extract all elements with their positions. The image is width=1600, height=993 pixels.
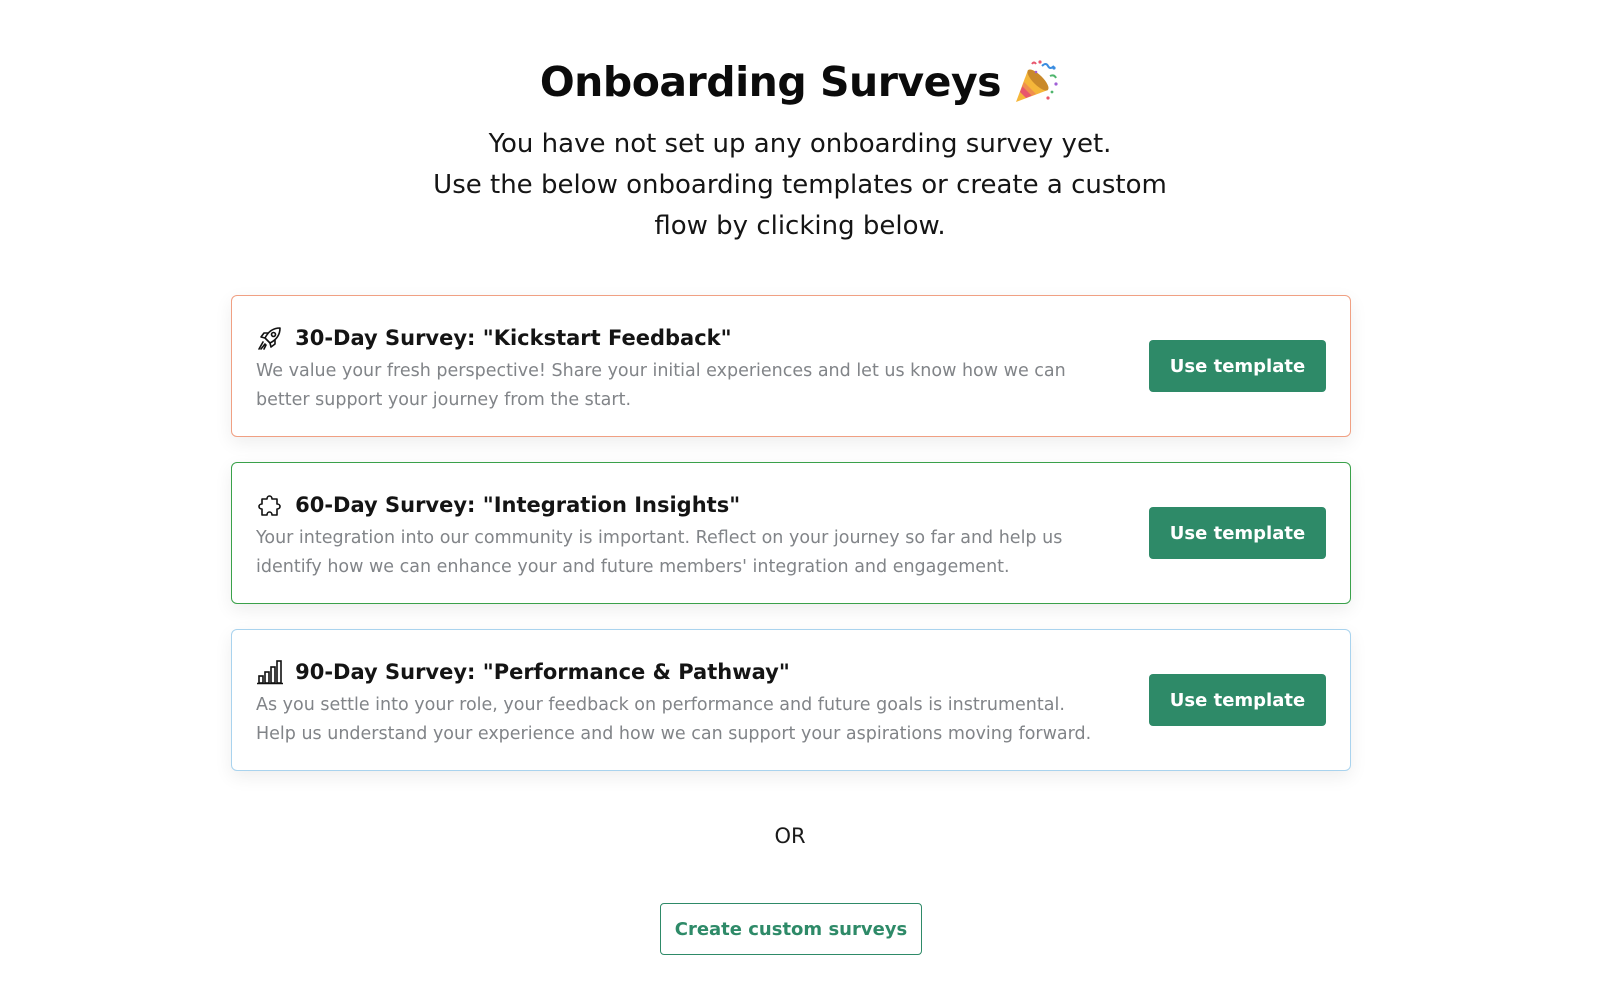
description-line: better support your journey from the sta…: [256, 390, 632, 410]
card-title: 90-Day Survey: "Performance & Pathway": [295, 660, 790, 684]
description-line: identify how we can enhance your and fut…: [256, 557, 1010, 577]
bar-chart-icon: [256, 658, 284, 686]
card-header: 30-Day Survey: "Kickstart Feedback": [256, 324, 732, 354]
subtitle-line: Use the below onboarding templates or cr…: [433, 170, 1167, 200]
create-custom-surveys-button[interactable]: Create custom surveys: [660, 903, 922, 955]
subtitle-line: You have not set up any onboarding surve…: [488, 129, 1112, 159]
or-divider: OR: [774, 824, 806, 848]
onboarding-surveys-page: Onboarding Surveys You have not set up a…: [0, 0, 1600, 993]
page-subtitle: You have not set up any onboarding surve…: [400, 124, 1200, 247]
card-header: 90-Day Survey: "Performance & Pathway": [256, 658, 790, 688]
description-line: Help us understand your experience and h…: [256, 724, 1092, 744]
card-description: Your integration into our community is i…: [256, 524, 1126, 582]
card-header: 60-Day Survey: "Integration Insights": [256, 491, 740, 521]
card-description: We value your fresh perspective! Share y…: [256, 357, 1126, 415]
description-line: We value your fresh perspective! Share y…: [256, 361, 1066, 381]
description-line: Your integration into our community is i…: [256, 528, 1063, 548]
title-row: Onboarding Surveys: [0, 58, 1600, 118]
description-line: As you settle into your role, your feedb…: [256, 695, 1065, 715]
page-title: Onboarding Surveys: [539, 58, 1002, 106]
use-template-button[interactable]: Use template: [1149, 340, 1326, 392]
template-card-90-day: 90-Day Survey: "Performance & Pathway" A…: [231, 629, 1351, 771]
party-popper-icon: [1012, 58, 1060, 106]
use-template-button[interactable]: Use template: [1149, 507, 1326, 559]
rocket-icon: [256, 324, 284, 352]
use-template-button[interactable]: Use template: [1149, 674, 1326, 726]
subtitle-line: flow by clicking below.: [654, 211, 946, 241]
template-card-60-day: 60-Day Survey: "Integration Insights" Yo…: [231, 462, 1351, 604]
puzzle-icon: [256, 491, 284, 519]
template-card-30-day: 30-Day Survey: "Kickstart Feedback" We v…: [231, 295, 1351, 437]
card-description: As you settle into your role, your feedb…: [256, 691, 1126, 749]
card-title: 30-Day Survey: "Kickstart Feedback": [295, 326, 732, 350]
card-title: 60-Day Survey: "Integration Insights": [295, 493, 741, 517]
